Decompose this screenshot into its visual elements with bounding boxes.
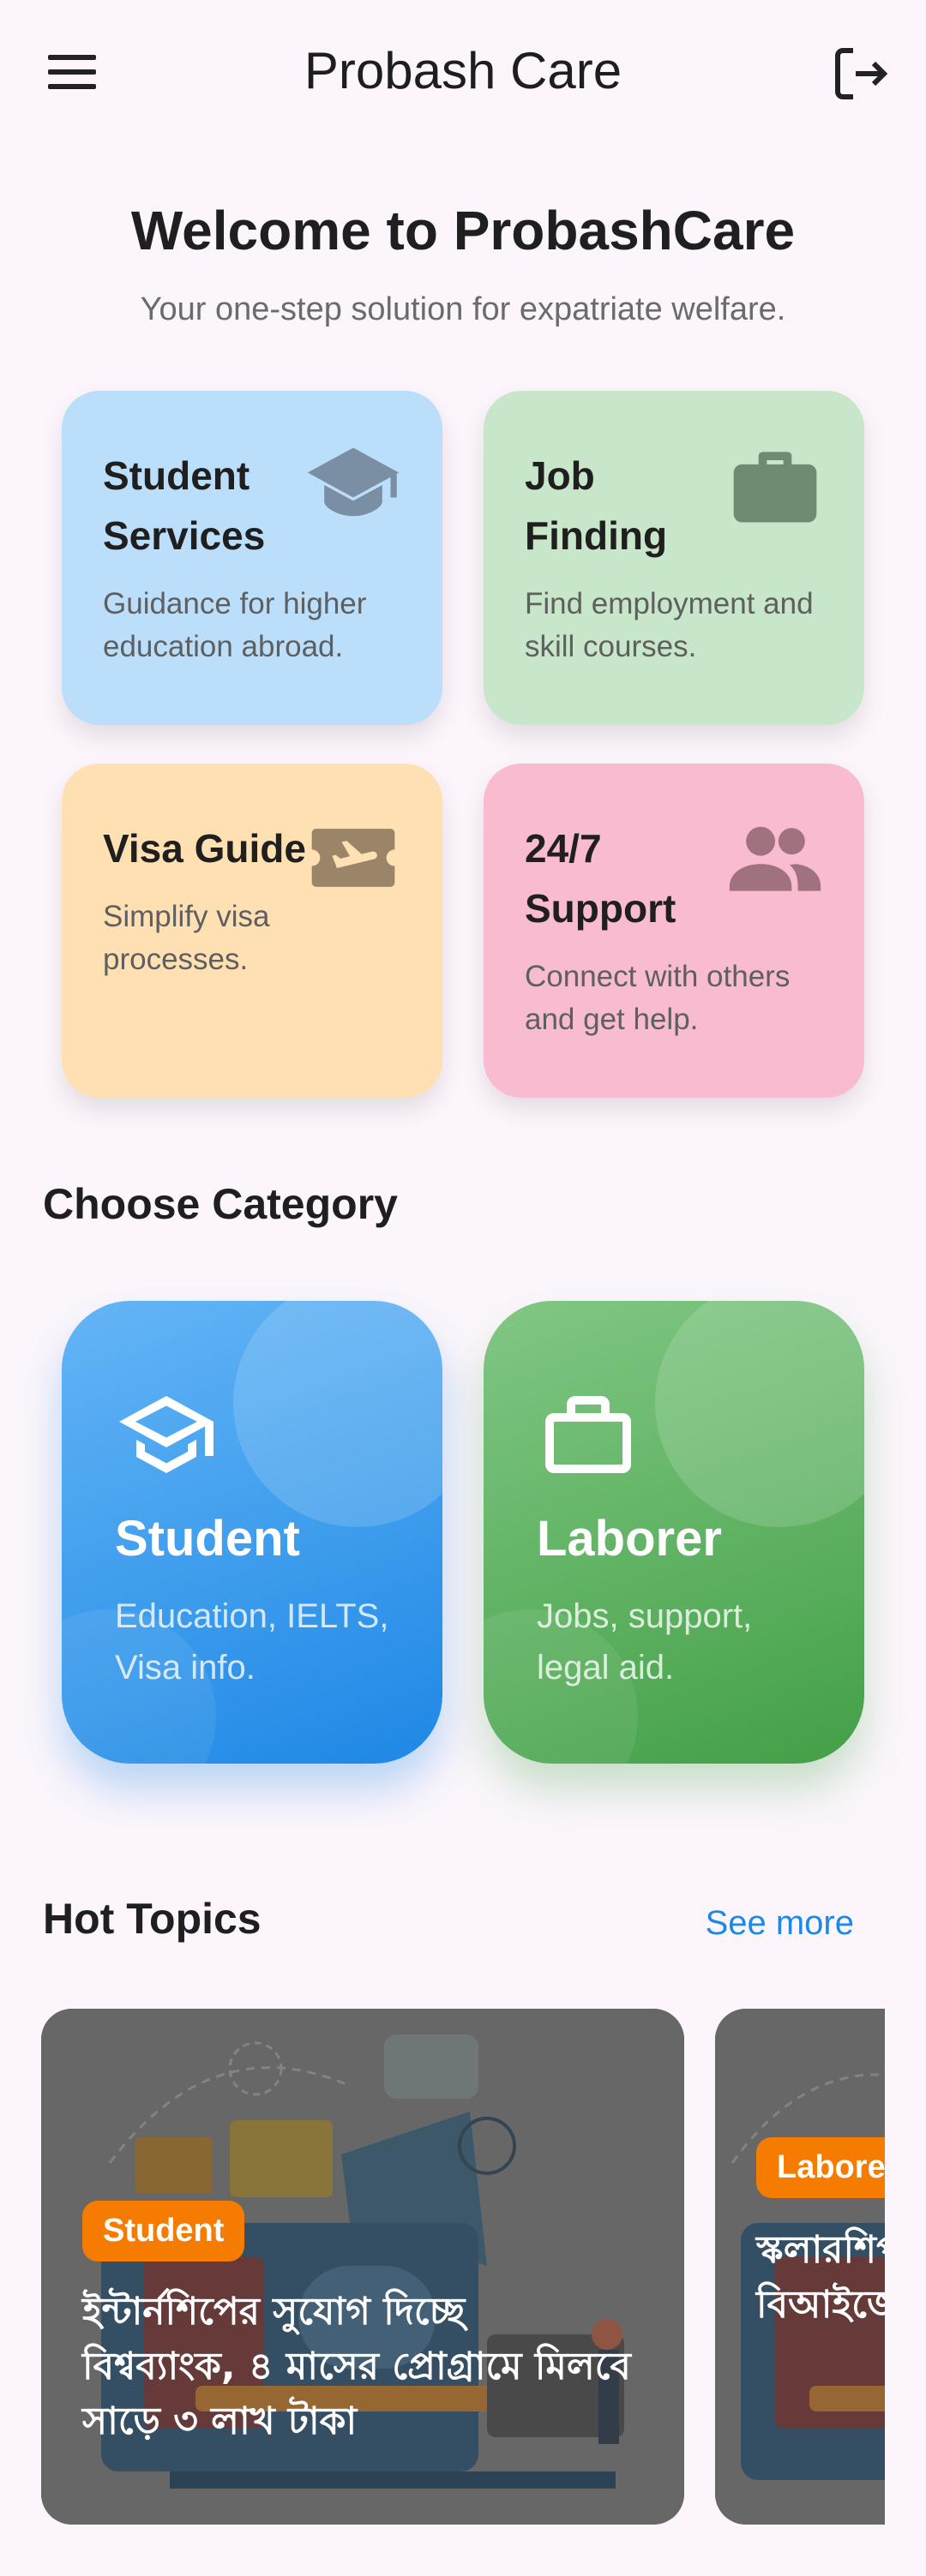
category-description: Education, IELTS, Visa info.: [115, 1597, 389, 1686]
category-badge: Student: [82, 2201, 245, 2261]
people-icon: [729, 826, 821, 891]
hot-topics-carousel[interactable]: Student ইন্টার্নশিপের সুযোগ দিচ্ছে বিশ্ব…: [41, 2009, 885, 2525]
app-bar: Probash Care: [0, 0, 926, 141]
category-description: Jobs, support, legal aid.: [537, 1597, 753, 1686]
topic-headline: স্কলারশিপ দিচ্ছে ও বিআইজে কর্মসংস্থান: [756, 2228, 885, 2327]
topic-card[interactable]: Student ইন্টার্নশিপের সুযোগ দিচ্ছে বিশ্ব…: [41, 2009, 684, 2525]
logout-icon[interactable]: [830, 43, 892, 105]
topic-card[interactable]: Laborer স্কলারশিপ দিচ্ছে ও বিআইজে কর্মসং…: [715, 2009, 885, 2525]
app-title: Probash Care: [304, 42, 622, 99]
card-title: Visa Guide: [103, 826, 306, 871]
topic-headline: ইন্টার্নশিপের সুযোগ দিচ্ছে বিশ্বব্যাংক, …: [82, 2290, 631, 2443]
school-icon: [119, 1396, 213, 1473]
laborer-category-card[interactable]: Laborer Jobs, support, legal aid.: [484, 1301, 864, 1764]
job-finding-card[interactable]: Job Finding Find employment and skill co…: [484, 391, 864, 725]
card-title: 24/7 Support: [525, 826, 676, 931]
category-title: Student: [115, 1511, 300, 1567]
category-title: Laborer: [537, 1511, 722, 1567]
hot-topics-heading: Hot Topics: [43, 1895, 262, 1943]
briefcase-icon: [733, 452, 817, 523]
choose-category-heading: Choose Category: [43, 1180, 398, 1228]
card-title: Job Finding: [525, 453, 668, 558]
student-services-card[interactable]: Student Services Guidance for higher edu…: [62, 391, 442, 725]
category-badge: Laborer: [756, 2137, 885, 2198]
welcome-subtitle: Your one-step solution for expatriate we…: [140, 291, 786, 327]
see-more-link[interactable]: See more: [706, 1904, 854, 1943]
card-description: Guidance for higher education abroad.: [103, 587, 367, 663]
graduation-cap-icon: [307, 447, 400, 517]
welcome-heading: Welcome to ProbashCare: [130, 200, 796, 261]
decorative-circle: [655, 1301, 864, 1527]
support-card[interactable]: 24/7 Support Connect with others and get…: [484, 764, 864, 1098]
student-category-card[interactable]: Student Education, IELTS, Visa info.: [62, 1301, 442, 1764]
airplane-ticket-icon: [311, 829, 395, 887]
visa-guide-card[interactable]: Visa Guide Simplify visa processes.: [62, 764, 442, 1098]
menu-icon[interactable]: [45, 50, 99, 94]
decorative-circle: [233, 1301, 442, 1527]
work-icon: [545, 1396, 631, 1473]
card-title: Student Services: [103, 453, 266, 558]
card-description: Find employment and skill courses.: [525, 587, 814, 663]
card-description: Simplify visa processes.: [103, 900, 270, 976]
card-description: Connect with others and get help.: [525, 960, 791, 1036]
